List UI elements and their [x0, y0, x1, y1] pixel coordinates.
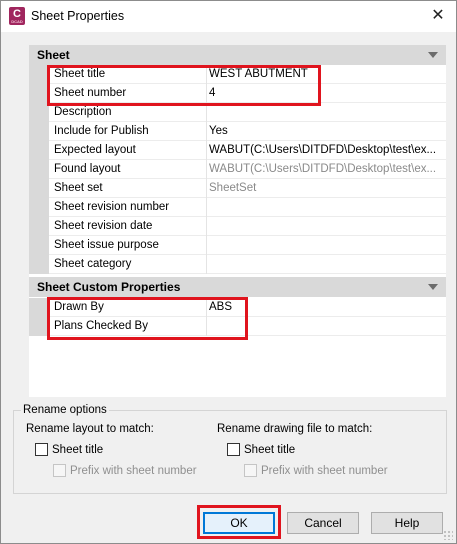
- column-divider: [206, 103, 207, 122]
- row-gutter: [29, 179, 49, 198]
- property-row-expected-layout[interactable]: Expected layout WABUT(C:\Users\DITDFD\De…: [29, 141, 446, 160]
- property-name: Sheet issue purpose: [54, 239, 159, 251]
- property-value[interactable]: Yes: [209, 122, 441, 140]
- dialog-title: Sheet Properties: [31, 9, 125, 23]
- property-value[interactable]: 4: [209, 84, 441, 102]
- row-gutter: [29, 255, 49, 274]
- row-gutter: [29, 141, 49, 160]
- property-row-sheet-number[interactable]: Sheet number 4: [29, 84, 446, 103]
- column-divider: [206, 255, 207, 274]
- property-name: Description: [54, 106, 112, 118]
- property-name: Plans Checked By: [54, 320, 148, 332]
- section-header-sheet[interactable]: Sheet: [29, 45, 446, 65]
- property-name: Found layout: [54, 163, 121, 175]
- property-row-found-layout: Found layout WABUT(C:\Users\DITDFD\Deskt…: [29, 160, 446, 179]
- row-gutter: [29, 84, 49, 103]
- checkbox-label: Sheet title: [244, 443, 296, 456]
- property-row-sheet-revision-number[interactable]: Sheet revision number: [29, 198, 446, 217]
- row-gutter: [29, 65, 49, 84]
- section-title: Sheet Custom Properties: [37, 280, 181, 294]
- property-name: Include for Publish: [54, 125, 149, 137]
- property-name: Sheet revision date: [54, 220, 153, 232]
- title-bar: C DCAD Sheet Properties ✕: [1, 1, 456, 32]
- column-divider: [206, 141, 207, 160]
- column-divider: [206, 236, 207, 255]
- column-divider: [206, 217, 207, 236]
- row-gutter: [29, 160, 49, 179]
- rename-drawing-label: Rename drawing file to match:: [217, 423, 373, 435]
- property-name: Sheet set: [54, 182, 103, 194]
- rename-layout-label: Rename layout to match:: [26, 423, 154, 435]
- column-divider: [206, 65, 207, 84]
- close-icon[interactable]: ✕: [430, 8, 446, 24]
- property-row-description[interactable]: Description: [29, 103, 446, 122]
- checkbox-box: [53, 464, 66, 477]
- section-header-custom-properties[interactable]: Sheet Custom Properties: [29, 277, 446, 297]
- checkbox-box[interactable]: [227, 443, 240, 456]
- row-gutter: [29, 122, 49, 141]
- property-value[interactable]: WEST ABUTMENT: [209, 65, 441, 83]
- property-row-sheet-category[interactable]: Sheet category: [29, 255, 446, 274]
- checkbox-label: Sheet title: [52, 443, 104, 456]
- property-row-sheet-set: Sheet set SheetSet: [29, 179, 446, 198]
- column-divider: [206, 298, 207, 317]
- column-divider: [206, 198, 207, 217]
- property-name: Sheet revision number: [54, 201, 170, 213]
- column-divider: [206, 122, 207, 141]
- property-name: Sheet number: [54, 87, 127, 99]
- column-divider: [206, 160, 207, 179]
- property-name: Drawn By: [54, 301, 104, 313]
- checkbox-label: Prefix with sheet number: [261, 464, 388, 477]
- property-row-include-for-publish[interactable]: Include for Publish Yes: [29, 122, 446, 141]
- property-row-sheet-title[interactable]: Sheet title WEST ABUTMENT: [29, 65, 446, 84]
- property-row-sheet-issue-purpose[interactable]: Sheet issue purpose: [29, 236, 446, 255]
- checkbox-label: Prefix with sheet number: [70, 464, 197, 477]
- section-title: Sheet: [37, 48, 70, 62]
- row-gutter: [29, 217, 49, 236]
- checkbox-box[interactable]: [35, 443, 48, 456]
- row-gutter: [29, 103, 49, 122]
- resize-grip-icon[interactable]: [443, 530, 453, 540]
- drawing-prefix-checkbox: Prefix with sheet number: [244, 464, 388, 477]
- property-row-sheet-revision-date[interactable]: Sheet revision date: [29, 217, 446, 236]
- app-icon-sub: DCAD: [11, 19, 23, 24]
- row-gutter: [29, 298, 49, 317]
- property-row-plans-checked-by[interactable]: Plans Checked By: [29, 317, 446, 336]
- row-gutter: [29, 317, 49, 336]
- property-value[interactable]: WABUT(C:\Users\DITDFD\Desktop\test\ex...: [209, 141, 441, 159]
- sheet-properties-dialog: C DCAD Sheet Properties ✕ Sheet Sheet ti…: [0, 0, 457, 544]
- row-gutter: [29, 198, 49, 217]
- rename-options-legend: Rename options: [21, 404, 109, 416]
- column-divider: [206, 179, 207, 198]
- property-grid: Sheet Sheet title WEST ABUTMENT Sheet nu…: [29, 45, 446, 397]
- checkbox-box: [244, 464, 257, 477]
- property-row-drawn-by[interactable]: Drawn By ABS: [29, 298, 446, 317]
- property-name: Sheet category: [54, 258, 132, 270]
- property-name: Expected layout: [54, 144, 136, 156]
- help-button[interactable]: Help: [371, 512, 443, 534]
- property-name: Sheet title: [54, 68, 106, 80]
- drawing-sheet-title-checkbox[interactable]: Sheet title: [227, 443, 295, 456]
- property-value: WABUT(C:\Users\DITDFD\Desktop\test\ex...: [209, 163, 437, 175]
- property-value[interactable]: ABS: [209, 298, 441, 316]
- autocad-app-icon: C DCAD: [9, 7, 25, 25]
- layout-sheet-title-checkbox[interactable]: Sheet title: [35, 443, 103, 456]
- collapse-caret-icon[interactable]: [428, 52, 438, 58]
- column-divider: [206, 84, 207, 103]
- ok-button[interactable]: OK: [203, 512, 275, 534]
- property-value: SheetSet: [209, 182, 257, 194]
- collapse-caret-icon[interactable]: [428, 284, 438, 290]
- column-divider: [206, 317, 207, 336]
- layout-prefix-checkbox: Prefix with sheet number: [53, 464, 197, 477]
- row-gutter: [29, 236, 49, 255]
- cancel-button[interactable]: Cancel: [287, 512, 359, 534]
